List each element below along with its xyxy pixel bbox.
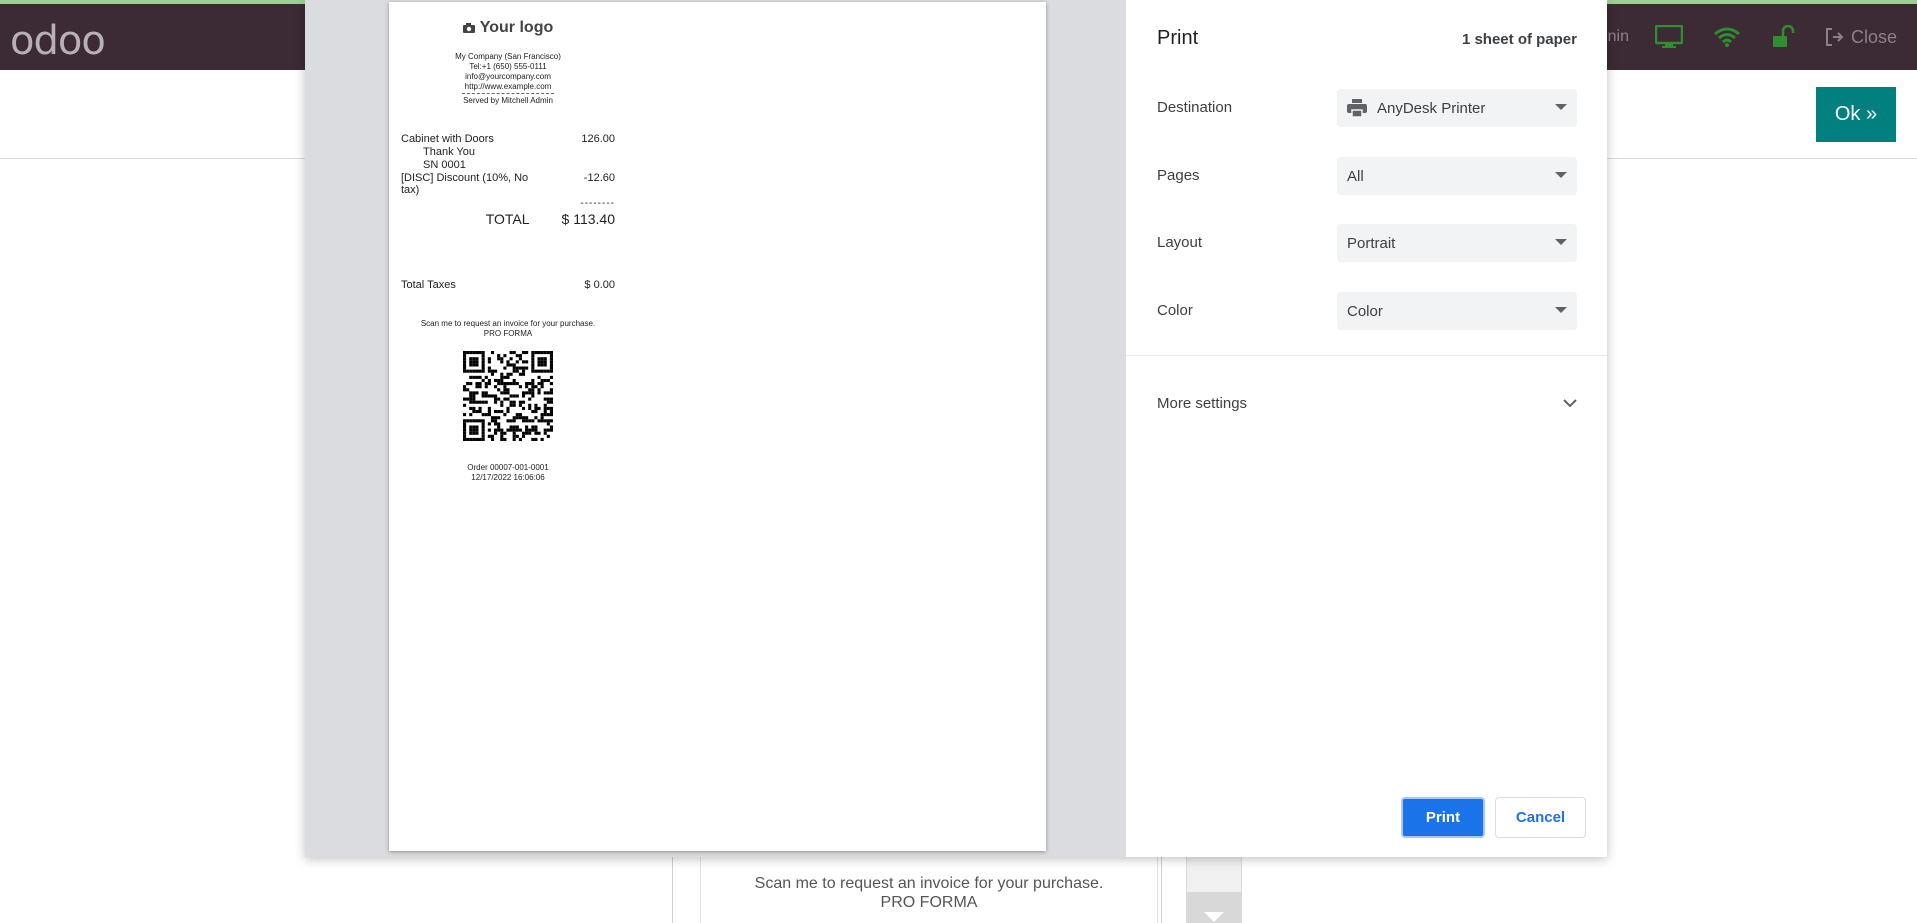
color-label: Color	[1157, 302, 1193, 319]
receipt-company-info: My Company (San Francisco) Tel:+1 (650) …	[401, 52, 615, 106]
taxes-value: $ 0.00	[584, 279, 615, 291]
receipt-pro-forma: PRO FORMA	[880, 894, 978, 911]
print-preview-area: Your logo My Company (San Francisco) Tel…	[305, 0, 1126, 857]
preview-page: Your logo My Company (San Francisco) Tel…	[389, 2, 1046, 851]
wifi-icon[interactable]	[1713, 26, 1741, 48]
company-website: http://www.example.com	[464, 82, 552, 91]
receipt-dashed-divider	[462, 93, 554, 94]
destination-select[interactable]: AnyDesk Printer	[1337, 89, 1577, 127]
ok-button[interactable]: Ok »	[1816, 87, 1896, 142]
printer-icon	[1347, 99, 1367, 117]
order-line-name: Cabinet with Doors	[401, 133, 494, 145]
receipt-scan-text: Scan me to request an invoice for your p…	[754, 875, 1104, 892]
taxes-label: Total Taxes	[401, 279, 456, 291]
order-line: [DISC] Discount (10%, No tax) -12.60	[401, 172, 615, 196]
print-settings-panel: Print 1 sheet of paper Destination AnyDe…	[1126, 0, 1607, 857]
receipt-taxes: Total Taxes $ 0.00	[401, 279, 615, 291]
user-name-fragment[interactable]: nin	[1608, 28, 1629, 46]
company-phone: Tel:+1 (650) 555-0111	[469, 62, 547, 71]
unlock-icon[interactable]	[1771, 25, 1795, 49]
monitor-icon[interactable]	[1654, 25, 1683, 49]
more-settings-label: More settings	[1157, 394, 1248, 412]
pages-label: Pages	[1157, 167, 1200, 184]
layout-label: Layout	[1157, 234, 1203, 251]
caret-down-icon	[1555, 104, 1567, 110]
company-name: My Company (San Francisco)	[455, 52, 561, 61]
pages-select[interactable]: All	[1337, 157, 1577, 195]
chevron-down-icon	[1563, 398, 1577, 407]
print-dialog: Your logo My Company (San Francisco) Tel…	[305, 0, 1607, 857]
receipt-scan-section: Scan me to request an invoice for your p…	[401, 319, 615, 339]
caret-down-icon	[1555, 239, 1567, 245]
total-label: TOTAL	[485, 211, 530, 227]
order-line-name: [DISC] Discount (10%, No tax)	[401, 172, 529, 196]
sign-out-icon	[1825, 28, 1844, 46]
close-button[interactable]: Close	[1825, 27, 1897, 48]
qr-code-icon	[463, 351, 553, 441]
receipt-order-lines: Cabinet with Doors 126.00 Thank You SN 0…	[401, 133, 615, 291]
settings-divider	[1126, 355, 1607, 356]
order-line-note: Thank You	[423, 146, 475, 158]
pro-forma-text: PRO FORMA	[483, 329, 533, 338]
print-title: Print	[1157, 27, 1199, 49]
total-value: $ 113.40	[561, 211, 615, 227]
receipt-screen-text: Scan me to request an invoice for your p…	[700, 857, 1158, 923]
destination-value: AnyDesk Printer	[1377, 99, 1486, 117]
caret-down-icon	[1555, 307, 1567, 313]
color-select[interactable]: Color	[1337, 292, 1577, 330]
color-value: Color	[1347, 302, 1383, 320]
print-button[interactable]: Print	[1401, 797, 1485, 838]
company-email: info@yourcompany.com	[465, 72, 551, 81]
order-line-note: SN 0001	[423, 159, 466, 171]
camera-icon	[462, 23, 475, 33]
order-number: Order 00007-001-0001	[467, 463, 549, 472]
odoo-logo: odoo	[10, 18, 106, 64]
receipt-preview: Your logo My Company (San Francisco) Tel…	[401, 18, 615, 483]
served-by: Served by Mitchell Admin	[463, 96, 553, 105]
receipt-total: TOTAL $ 113.40	[401, 211, 615, 227]
chevron-down-icon	[1204, 912, 1224, 922]
pages-value: All	[1347, 167, 1364, 185]
receipt-logo-text: Your logo	[479, 19, 554, 36]
caret-down-icon	[1555, 172, 1567, 178]
order-line: Cabinet with Doors 126.00	[401, 133, 615, 146]
total-separator: --------	[580, 198, 615, 209]
topbar-actions: nin Close	[1608, 4, 1917, 70]
order-date: 12/17/2022 16:06:06	[471, 473, 545, 482]
destination-label: Destination	[1157, 99, 1233, 116]
scroll-down-button[interactable]	[1186, 892, 1242, 923]
receipt-logo: Your logo	[401, 18, 615, 38]
layout-value: Portrait	[1347, 234, 1396, 252]
sheet-count: 1 sheet of paper	[1461, 31, 1577, 48]
close-label: Close	[1850, 26, 1897, 47]
order-line-amount: -12.60	[583, 172, 615, 184]
layout-select[interactable]: Portrait	[1337, 224, 1577, 262]
cancel-button[interactable]: Cancel	[1495, 797, 1586, 838]
more-settings-toggle[interactable]: More settings	[1157, 392, 1577, 414]
order-line-amount: 126.00	[581, 133, 615, 145]
scan-text: Scan me to request an invoice for your p…	[420, 319, 596, 328]
receipt-order-info: Order 00007-001-0001 12/17/2022 16:06:06	[401, 463, 615, 483]
